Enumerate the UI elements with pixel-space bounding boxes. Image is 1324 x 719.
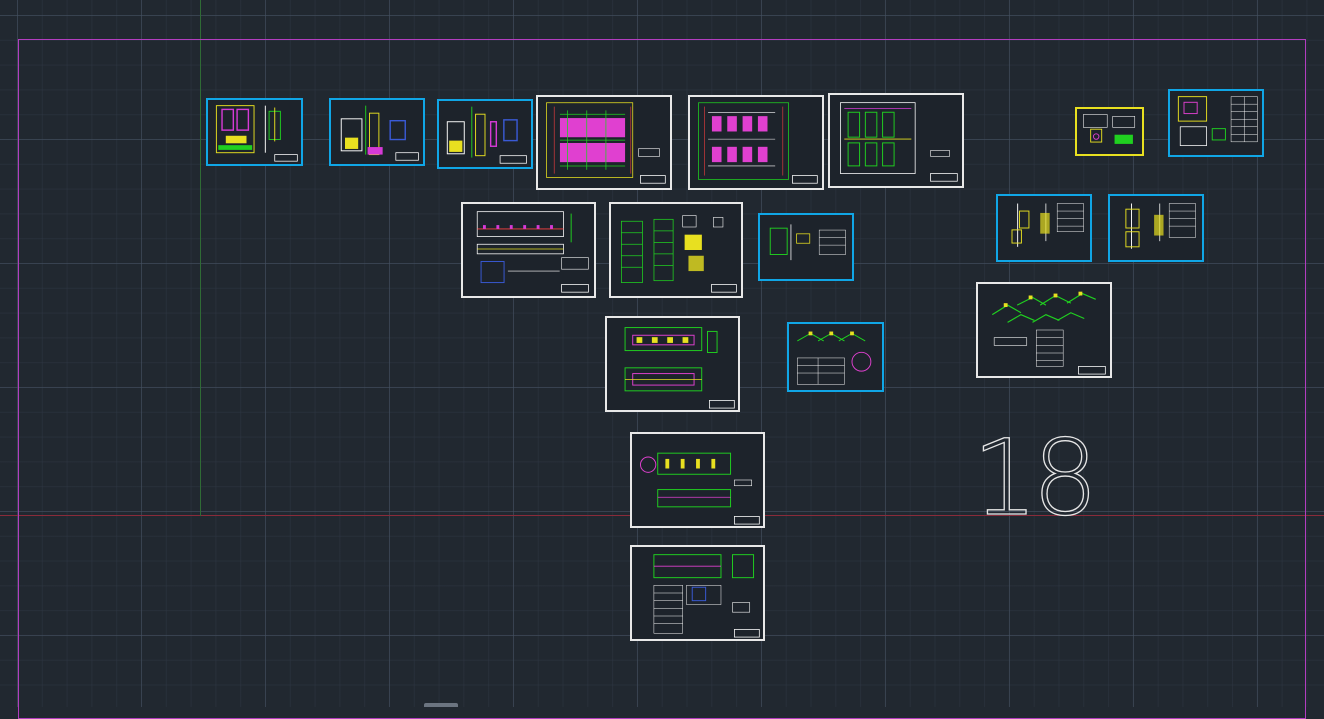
drawing-sheet-1[interactable]	[206, 98, 303, 166]
drawing-sheet-5[interactable]	[688, 95, 824, 190]
sheet-11-linework	[769, 224, 846, 261]
sheet-6-linework	[840, 102, 958, 182]
drawing-sheet-4[interactable]	[536, 95, 672, 190]
drawing-sheet-3[interactable]	[437, 99, 533, 169]
sheet-15-linework	[624, 327, 735, 409]
drawing-sheet-2[interactable]	[329, 98, 425, 166]
drawing-sheet-14[interactable]	[976, 282, 1112, 378]
drawing-sheet-15[interactable]	[605, 316, 740, 412]
horizontal-scroll-thumb[interactable]	[424, 703, 458, 707]
drawing-sheet-10[interactable]	[609, 202, 743, 298]
sheet-2-linework	[340, 105, 419, 161]
drawing-sheet-17[interactable]	[630, 432, 765, 528]
sheet-12-linework	[1011, 203, 1084, 247]
sheet-10-linework	[620, 215, 737, 293]
sheet-16-linework	[797, 331, 872, 385]
drawing-sheet-11[interactable]	[758, 213, 854, 281]
sheet-5-linework	[698, 102, 818, 184]
sheet-9-linework	[476, 211, 589, 293]
drawing-sheet-16[interactable]	[787, 322, 884, 392]
sheet-3-linework	[446, 106, 527, 164]
drawing-sheet-6[interactable]	[828, 93, 964, 188]
sheet-4-linework	[546, 102, 666, 184]
sheet-13-linework	[1125, 203, 1196, 249]
sheet-18-linework	[653, 554, 760, 638]
sheet-14-linework	[991, 291, 1106, 375]
sheet-7-linework	[1083, 114, 1136, 144]
sheet-1-linework	[215, 105, 298, 162]
drawing-sheet-12[interactable]	[996, 194, 1092, 262]
drawing-sheet-7[interactable]	[1075, 107, 1144, 156]
sheet-8-linework	[1177, 96, 1258, 146]
drawing-sheet-9[interactable]	[461, 202, 596, 298]
drawing-sheet-13[interactable]	[1108, 194, 1204, 262]
drawing-sheet-18[interactable]	[630, 545, 765, 641]
sheet-count-annotation: 18	[971, 417, 1099, 539]
model-space-canvas[interactable]: 18	[0, 0, 1324, 719]
drawing-sheet-8[interactable]	[1168, 89, 1264, 157]
sheet-17-linework	[640, 452, 760, 525]
